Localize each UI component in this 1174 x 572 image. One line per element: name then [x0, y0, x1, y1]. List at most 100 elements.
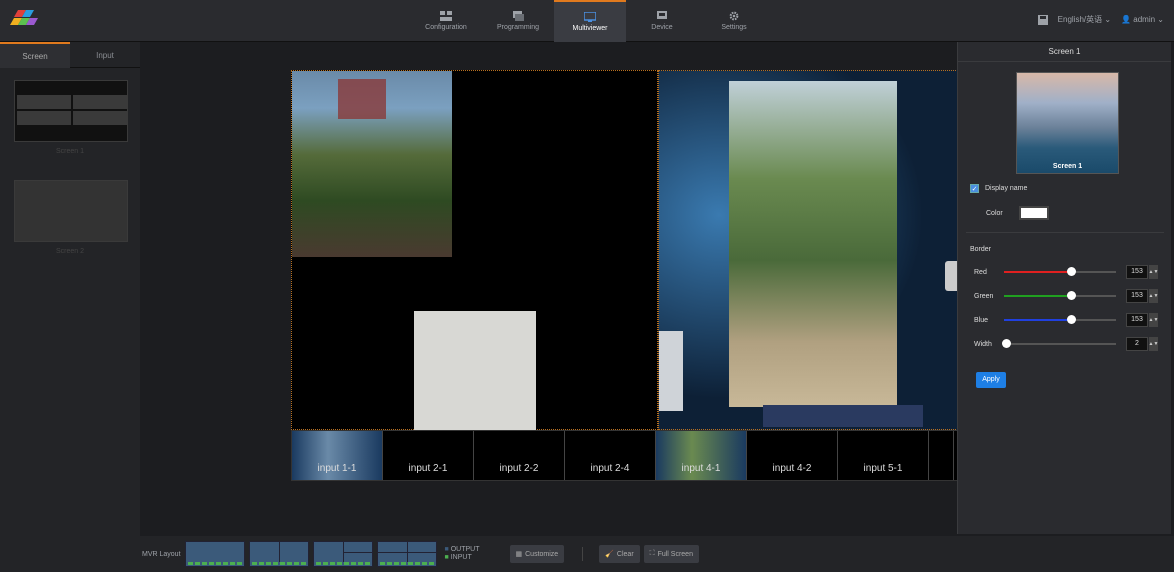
- monitor-icon: [584, 12, 596, 22]
- user-menu[interactable]: 👤 admin ⌄: [1121, 15, 1164, 24]
- color-swatch[interactable]: [1018, 206, 1049, 220]
- layout-divider: [278, 542, 280, 562]
- slider-blue: Blue 153 ▲▼: [974, 312, 1164, 328]
- panel-title: Screen 1: [958, 42, 1171, 62]
- slider-width: Width 2 ▲▼: [974, 336, 1164, 352]
- slider-label: Red: [974, 268, 987, 276]
- slider-label: Blue: [974, 316, 989, 324]
- slider-red: Red 153 ▲▼: [974, 264, 1164, 280]
- input-leds: [251, 562, 306, 565]
- slider-knob[interactable]: [1067, 291, 1077, 300]
- legend-output: OUTPUT: [450, 546, 480, 553]
- nav-programming[interactable]: Programming: [482, 0, 554, 42]
- fullscreen-button[interactable]: ⛶ Full Screen: [643, 545, 699, 563]
- chevron-down-icon: ⌄: [1104, 15, 1112, 24]
- spinner-icon[interactable]: ▲▼: [1149, 265, 1158, 279]
- slider-value[interactable]: 2: [1126, 337, 1148, 351]
- screen-2-canvas[interactable]: [658, 70, 958, 430]
- clear-button[interactable]: 🧹 Clear: [599, 545, 640, 563]
- language-select[interactable]: English/英语 ⌄: [1058, 14, 1111, 25]
- thumb-cell: [17, 111, 71, 125]
- nav-device[interactable]: Device: [626, 0, 698, 42]
- broom-icon: 🧹: [605, 551, 614, 558]
- screen-thumbnail-label: Screen 1: [55, 148, 85, 155]
- preview-label: Screen 1: [1052, 163, 1083, 170]
- sidebar-tabs: Screen Input: [0, 42, 140, 68]
- divider: [582, 547, 584, 561]
- layout-option-3[interactable]: [312, 541, 373, 567]
- sidebar: Screen Input Screen 1 Screen 2: [0, 42, 140, 572]
- input-leds: [187, 562, 242, 565]
- input-strip: input 1-1 input 2-1 input 2-2 input 2-4 …: [291, 430, 958, 481]
- nav-configuration[interactable]: Configuration: [410, 0, 482, 42]
- screen-1-canvas[interactable]: [291, 70, 658, 431]
- thumb-cell: [73, 111, 127, 125]
- video-window-document[interactable]: [414, 311, 536, 431]
- nav-settings[interactable]: Settings: [698, 0, 770, 42]
- grid-icon: [440, 11, 452, 21]
- properties-panel: Screen 1 Screen 1 ✓ Display name Color B…: [957, 42, 1171, 534]
- screen-preview: Screen 1: [1016, 72, 1119, 174]
- slider-value[interactable]: 153: [1126, 289, 1148, 303]
- thumb-cell: [17, 95, 71, 109]
- device-icon: [657, 11, 667, 19]
- color-row: Color: [986, 206, 1049, 220]
- screen-thumbnail-2[interactable]: [14, 180, 128, 242]
- slider-fill: [1004, 295, 1072, 297]
- spinner-icon[interactable]: ▲▼: [1149, 337, 1158, 351]
- video-window-sidebar: [659, 331, 683, 411]
- save-icon[interactable]: [1037, 14, 1048, 25]
- nav-label: Settings: [721, 24, 747, 31]
- slider-track[interactable]: [1004, 315, 1116, 324]
- input-cell[interactable]: input 1-1: [292, 431, 383, 480]
- video-window-trees[interactable]: [729, 81, 897, 407]
- chevron-down-icon: ⌄: [1157, 15, 1164, 24]
- layout-option-4[interactable]: [376, 541, 437, 567]
- tab-input[interactable]: Input: [70, 42, 140, 68]
- user-icon: 👤: [1121, 15, 1132, 24]
- input-cell[interactable]: input 2-4: [565, 431, 656, 480]
- apply-button[interactable]: Apply: [976, 372, 1006, 388]
- gear-icon: [729, 11, 739, 21]
- input-cell[interactable]: input 4-2: [747, 431, 838, 480]
- top-bar: Configuration Programming Multiviewer De…: [0, 0, 1174, 42]
- spinner-icon[interactable]: ▲▼: [1149, 313, 1158, 327]
- input-cell[interactable]: input 5-1: [838, 431, 929, 480]
- slider-track[interactable]: [1004, 291, 1116, 300]
- display-name-checkbox[interactable]: ✓: [970, 184, 979, 193]
- grid-icon: ▦: [515, 551, 523, 558]
- thumb-cell: [73, 95, 127, 109]
- input-cell[interactable]: input 2-1: [383, 431, 474, 480]
- input-cell[interactable]: [929, 431, 954, 480]
- input-cell[interactable]: input 2-2: [474, 431, 565, 480]
- output-legend-icon: ■: [444, 546, 449, 553]
- input-legend-icon: ■: [444, 554, 449, 561]
- slider-knob[interactable]: [1067, 267, 1077, 276]
- input-leds: [379, 562, 434, 565]
- banner-image: [338, 79, 386, 119]
- slider-track[interactable]: [1004, 267, 1116, 276]
- display-name-label: Display name: [985, 185, 1028, 192]
- customize-button[interactable]: ▦ Customize: [509, 545, 565, 563]
- layout-divider: [342, 552, 373, 553]
- video-window-landscape[interactable]: [292, 71, 452, 257]
- logo-icon: [10, 10, 38, 25]
- input-cell[interactable]: input 4-1: [656, 431, 747, 480]
- screen-thumbnail-1[interactable]: [14, 80, 128, 142]
- input-leds: [315, 562, 370, 565]
- slider-knob[interactable]: [1002, 339, 1012, 348]
- slider-track[interactable]: [1002, 339, 1116, 348]
- slider-value[interactable]: 153: [1126, 313, 1148, 327]
- spinner-icon[interactable]: ▲▼: [1149, 289, 1158, 303]
- layers-icon: [513, 11, 524, 21]
- slider-value[interactable]: 153: [1126, 265, 1148, 279]
- nav-multiviewer[interactable]: Multiviewer: [554, 0, 626, 42]
- layout-option-2[interactable]: [248, 541, 309, 567]
- border-heading: Border: [970, 246, 992, 253]
- tab-screen[interactable]: Screen: [0, 42, 70, 68]
- layout-option-1[interactable]: [184, 541, 245, 567]
- mvr-layout-label: MVR Layout: [142, 550, 181, 558]
- slider-knob[interactable]: [1067, 315, 1077, 324]
- slider-green: Green 153 ▲▼: [974, 288, 1164, 304]
- slider-label: Green: [974, 292, 994, 300]
